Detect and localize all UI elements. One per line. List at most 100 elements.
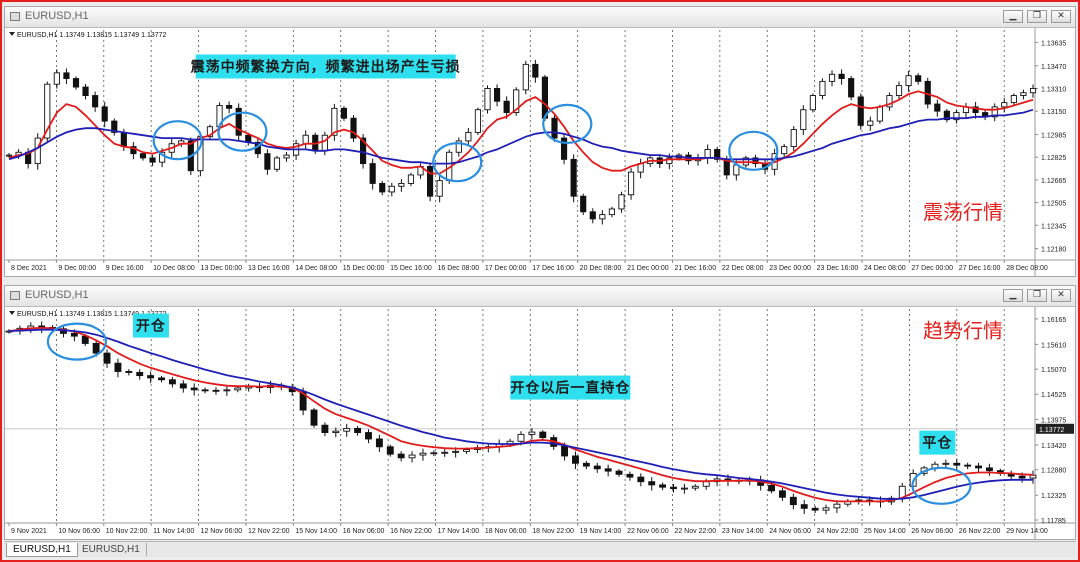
candle-body <box>419 452 427 456</box>
candle-body <box>70 332 78 337</box>
candle-body <box>120 131 127 148</box>
candle-body <box>139 153 147 159</box>
time-tick-label: 15 Dec 16:00 <box>390 265 432 272</box>
candle-body <box>691 485 699 489</box>
candle-body <box>101 106 108 122</box>
candle-body <box>517 433 525 442</box>
candle-body <box>857 96 864 126</box>
time-tick-label: 13 Dec 16:00 <box>248 265 290 272</box>
candle-body <box>441 451 449 454</box>
candle-body <box>942 462 950 465</box>
time-tick-label: 18 Nov 22:00 <box>532 528 574 535</box>
candle-body <box>532 63 539 78</box>
candle-body <box>430 452 438 455</box>
candle-body <box>604 468 612 472</box>
candle-body <box>136 371 144 377</box>
chart-background <box>5 28 1075 276</box>
price-chart-ranging[interactable]: EURUSD,H1 1.13749 1.13815 1.13749 1.1377… <box>5 28 1075 276</box>
candle-body <box>340 107 348 119</box>
candle-body <box>436 180 443 197</box>
candle-body <box>528 431 536 435</box>
candle-body <box>5 154 13 157</box>
candle-body <box>92 95 99 108</box>
chart-background <box>5 307 1075 539</box>
price-tick-label: 1.12880 <box>1041 468 1066 475</box>
minimize-button[interactable]: ▁ <box>1003 10 1023 23</box>
time-tick-label: 24 Dec 08:00 <box>864 265 906 272</box>
price-tick-label: 1.13635 <box>1041 40 1066 47</box>
candle-body <box>659 484 667 488</box>
candle-body <box>264 153 271 170</box>
candle-body <box>465 131 472 142</box>
time-tick-label: 24 Nov 22:00 <box>817 528 859 535</box>
candle-body <box>407 174 415 184</box>
candle-body <box>822 507 830 511</box>
candle-body <box>234 387 242 391</box>
time-tick-label: 10 Nov 22:00 <box>106 528 148 535</box>
price-tick-label: 1.12825 <box>1041 155 1066 162</box>
price-tick-label: 1.12505 <box>1041 201 1066 208</box>
candle-body <box>354 427 362 433</box>
time-tick-label: 20 Dec 08:00 <box>580 265 622 272</box>
chart-tab-bar: EURUSD,H1 EURUSD,H1 <box>4 541 1076 557</box>
annotation-label: 震荡中频繁换方向，频繁进出场产生亏损 <box>190 58 461 74</box>
candle-body <box>474 109 482 133</box>
time-tick-label: 26 Nov 22:00 <box>959 528 1001 535</box>
candle-body <box>375 438 383 448</box>
time-tick-label: 9 Nov 2021 <box>11 528 47 535</box>
candle-body <box>953 462 961 466</box>
annotation-label: 平仓 <box>922 435 952 451</box>
candle-body <box>811 507 819 511</box>
maximize-button[interactable]: ❐ <box>1027 10 1047 23</box>
candle-body <box>648 481 656 486</box>
time-tick-label: 19 Nov 14:00 <box>580 528 622 535</box>
time-tick-label: 11 Nov 14:00 <box>153 528 194 535</box>
candle-body <box>905 75 912 87</box>
price-tick-label: 1.15070 <box>1041 367 1066 374</box>
market-state-title: 震荡行情 <box>923 201 1003 224</box>
candle-body <box>223 389 231 392</box>
close-button[interactable]: ✕ <box>1051 289 1071 302</box>
candle-body <box>626 473 634 478</box>
candle-body <box>615 470 623 475</box>
candle-body <box>618 194 625 210</box>
time-tick-label: 8 Dec 2021 <box>11 265 47 272</box>
candle-body <box>680 487 688 490</box>
time-tick-label: 17 Dec 16:00 <box>532 265 574 272</box>
price-tick-label: 1.14525 <box>1041 392 1066 399</box>
candle-body <box>147 375 155 379</box>
candle-body <box>704 148 711 159</box>
time-tick-label: 18 Nov 06:00 <box>485 528 527 535</box>
time-tick-label: 10 Dec 08:00 <box>153 265 195 272</box>
candle-body <box>168 379 176 385</box>
candle-body <box>158 377 165 381</box>
time-tick-label: 22 Nov 22:00 <box>674 528 716 535</box>
time-tick-label: 14 Dec 08:00 <box>295 265 337 272</box>
price-tick-label: 1.15610 <box>1041 342 1066 349</box>
candle-body <box>82 86 89 96</box>
candle-body <box>149 157 156 163</box>
tab-eurusd-h1-active[interactable]: EURUSD,H1 <box>6 543 78 557</box>
price-chart-trending[interactable]: EURUSD,H1 1.13749 1.13815 1.13749 1.1377… <box>5 307 1075 539</box>
close-button[interactable]: ✕ <box>1051 10 1071 23</box>
candle-body <box>310 409 318 426</box>
window-titlebar[interactable]: EURUSD,H1 ▁ ❐ ✕ <box>5 286 1075 307</box>
annotation-label: 开仓以后一直持仓 <box>510 380 630 396</box>
candle-body <box>484 88 491 111</box>
candle-body <box>273 157 281 170</box>
tab-eurusd-h1[interactable]: EURUSD,H1 <box>76 543 147 556</box>
window-title: EURUSD,H1 <box>25 10 89 22</box>
window-titlebar[interactable]: EURUSD,H1 ▁ ❐ ✕ <box>5 7 1075 28</box>
maximize-button[interactable]: ❐ <box>1027 289 1047 302</box>
candle-body <box>572 455 579 464</box>
candle-body <box>452 450 460 453</box>
candle-body <box>283 154 290 159</box>
time-tick-label: 23 Dec 16:00 <box>817 265 859 272</box>
candle-body <box>388 185 395 193</box>
minimize-button[interactable]: ▁ <box>1003 289 1023 302</box>
chart-window-bottom[interactable]: EURUSD,H1 ▁ ❐ ✕ EURUSD,H1 1.13749 1.1381… <box>4 285 1076 540</box>
chart-window-top[interactable]: EURUSD,H1 ▁ ❐ ✕ EURUSD,H1 1.13749 1.1381… <box>4 6 1076 277</box>
time-tick-label: 16 Nov 22:00 <box>390 528 432 535</box>
time-tick-label: 27 Dec 00:00 <box>911 265 953 272</box>
time-tick-label: 27 Dec 16:00 <box>959 265 1001 272</box>
